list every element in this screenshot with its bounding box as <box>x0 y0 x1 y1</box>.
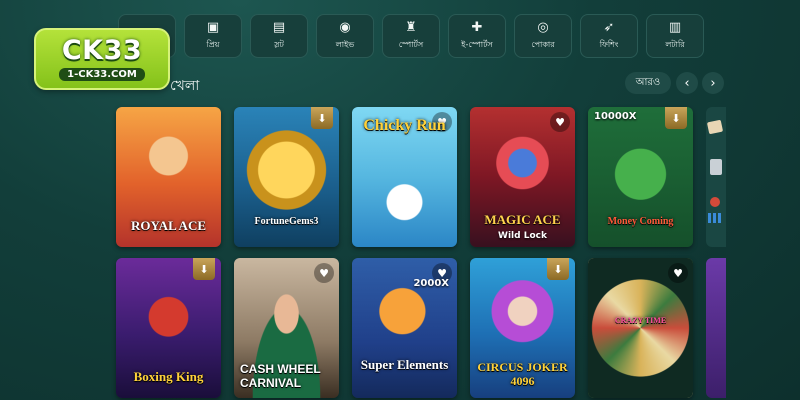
game-grid: ROYAL ACE ⬇ FortuneGems3 ♥ Chicky Run ♥ … <box>116 107 693 398</box>
heart-icon[interactable]: ♥ <box>550 112 570 132</box>
side-strip <box>706 107 726 247</box>
category-live[interactable]: ◉ লাইভ <box>316 14 374 58</box>
download-icon[interactable]: ⬇ <box>547 258 569 280</box>
fish-icon: ➶ <box>603 19 615 35</box>
game-title: CASH WHEEL CARNIVAL <box>240 362 321 390</box>
game-card-boxing-king[interactable]: ⬇ Boxing King <box>116 258 221 398</box>
game-title: MAGIC ACE <box>484 212 561 227</box>
category-nav: ⌂ ▣ প্রিয় ▤ স্লট ◉ লাইভ ♜ স্পোর্টস ✚ ই-… <box>118 14 704 58</box>
game-card-circus-joker-4096[interactable]: ⬇ CIRCUS JOKER 4096 <box>470 258 575 398</box>
game-card-chicky-run[interactable]: ♥ Chicky Run <box>352 107 457 247</box>
category-label: ফিশিং <box>599 39 619 49</box>
category-lottery[interactable]: ▥ লটারি <box>646 14 704 58</box>
chevron-left-icon: ‹ <box>684 75 690 91</box>
multiplier-tag: 2000X <box>413 278 449 289</box>
game-title: CRAZY TIME <box>614 316 667 325</box>
game-card-cash-wheel-carnival[interactable]: ♥ CASH WHEEL CARNIVAL <box>234 258 339 398</box>
game-card-royal-ace[interactable]: ROYAL ACE <box>116 107 221 247</box>
heart-icon[interactable]: ♥ <box>314 263 334 283</box>
category-favorites[interactable]: ▣ প্রিয় <box>184 14 242 58</box>
partial-game-card[interactable] <box>706 258 726 398</box>
game-title: Chicky Run <box>363 117 446 134</box>
heart-icon[interactable]: ♥ <box>668 263 688 283</box>
category-label: লটারি <box>665 39 685 49</box>
multiplier-tag: 10000X <box>594 111 637 122</box>
game-title: Boxing King <box>133 369 204 384</box>
category-fishing[interactable]: ➶ ফিশিং <box>580 14 638 58</box>
game-card-money-coming[interactable]: 10000X ⬇ Money Coming <box>588 107 693 247</box>
category-slots[interactable]: ▤ স্লট <box>250 14 308 58</box>
ball-icon <box>710 197 720 207</box>
download-icon[interactable]: ⬇ <box>665 107 687 129</box>
game-title: Money Coming <box>607 216 674 227</box>
stadium-icon: ♜ <box>405 19 417 35</box>
card-icon <box>710 159 722 175</box>
game-card-magic-ace[interactable]: ♥ MAGIC ACE Wild Lock <box>470 107 575 247</box>
slot-icon: ▤ <box>272 19 286 35</box>
game-title: Super Elements <box>360 357 449 372</box>
gamepad-icon: ✚ <box>471 19 483 35</box>
game-title: CIRCUS JOKER 4096 <box>477 360 568 388</box>
game-subtitle: Wild Lock <box>498 231 547 241</box>
folder-icon: ▣ <box>206 19 220 35</box>
film-reel-icon: ◉ <box>339 19 351 35</box>
game-card-super-elements[interactable]: ♥ 2000X Super Elements <box>352 258 457 398</box>
download-icon[interactable]: ⬇ <box>193 258 215 280</box>
more-button[interactable]: আরও <box>625 72 671 94</box>
category-poker[interactable]: ◎ পোকার <box>514 14 572 58</box>
category-label: প্রিয় <box>206 39 220 49</box>
category-label: পোকার <box>531 39 555 49</box>
game-card-fortune-gems-3[interactable]: ⬇ FortuneGems3 <box>234 107 339 247</box>
category-label: স্লট <box>274 39 284 49</box>
bars-icon <box>708 213 722 223</box>
poker-chips-icon: ◎ <box>537 19 549 35</box>
category-label: স্পোর্টস <box>398 39 424 49</box>
category-label: ই-স্পোর্টস <box>461 39 493 49</box>
category-label: লাইভ <box>335 39 355 49</box>
site-logo[interactable]: CK33 1-CK33.COM <box>34 28 170 90</box>
next-arrow-button[interactable]: › <box>702 72 724 94</box>
prev-arrow-button[interactable]: ‹ <box>676 72 698 94</box>
logo-url: 1-CK33.COM <box>59 68 145 81</box>
game-card-crazy-time[interactable]: ♥ CRAZY TIME <box>588 258 693 398</box>
game-title: FortuneGems3 <box>254 216 319 227</box>
download-icon[interactable]: ⬇ <box>311 107 333 129</box>
logo-wordmark: CK33 <box>61 35 143 66</box>
mahjong-tile-icon <box>706 119 724 135</box>
game-title: ROYAL ACE <box>130 218 207 233</box>
lottery-icon: ▥ <box>668 19 682 35</box>
section-title: খেলা <box>170 78 200 94</box>
category-esports[interactable]: ✚ ই-স্পোর্টস <box>448 14 506 58</box>
category-sports[interactable]: ♜ স্পোর্টস <box>382 14 440 58</box>
chevron-right-icon: › <box>710 75 716 91</box>
